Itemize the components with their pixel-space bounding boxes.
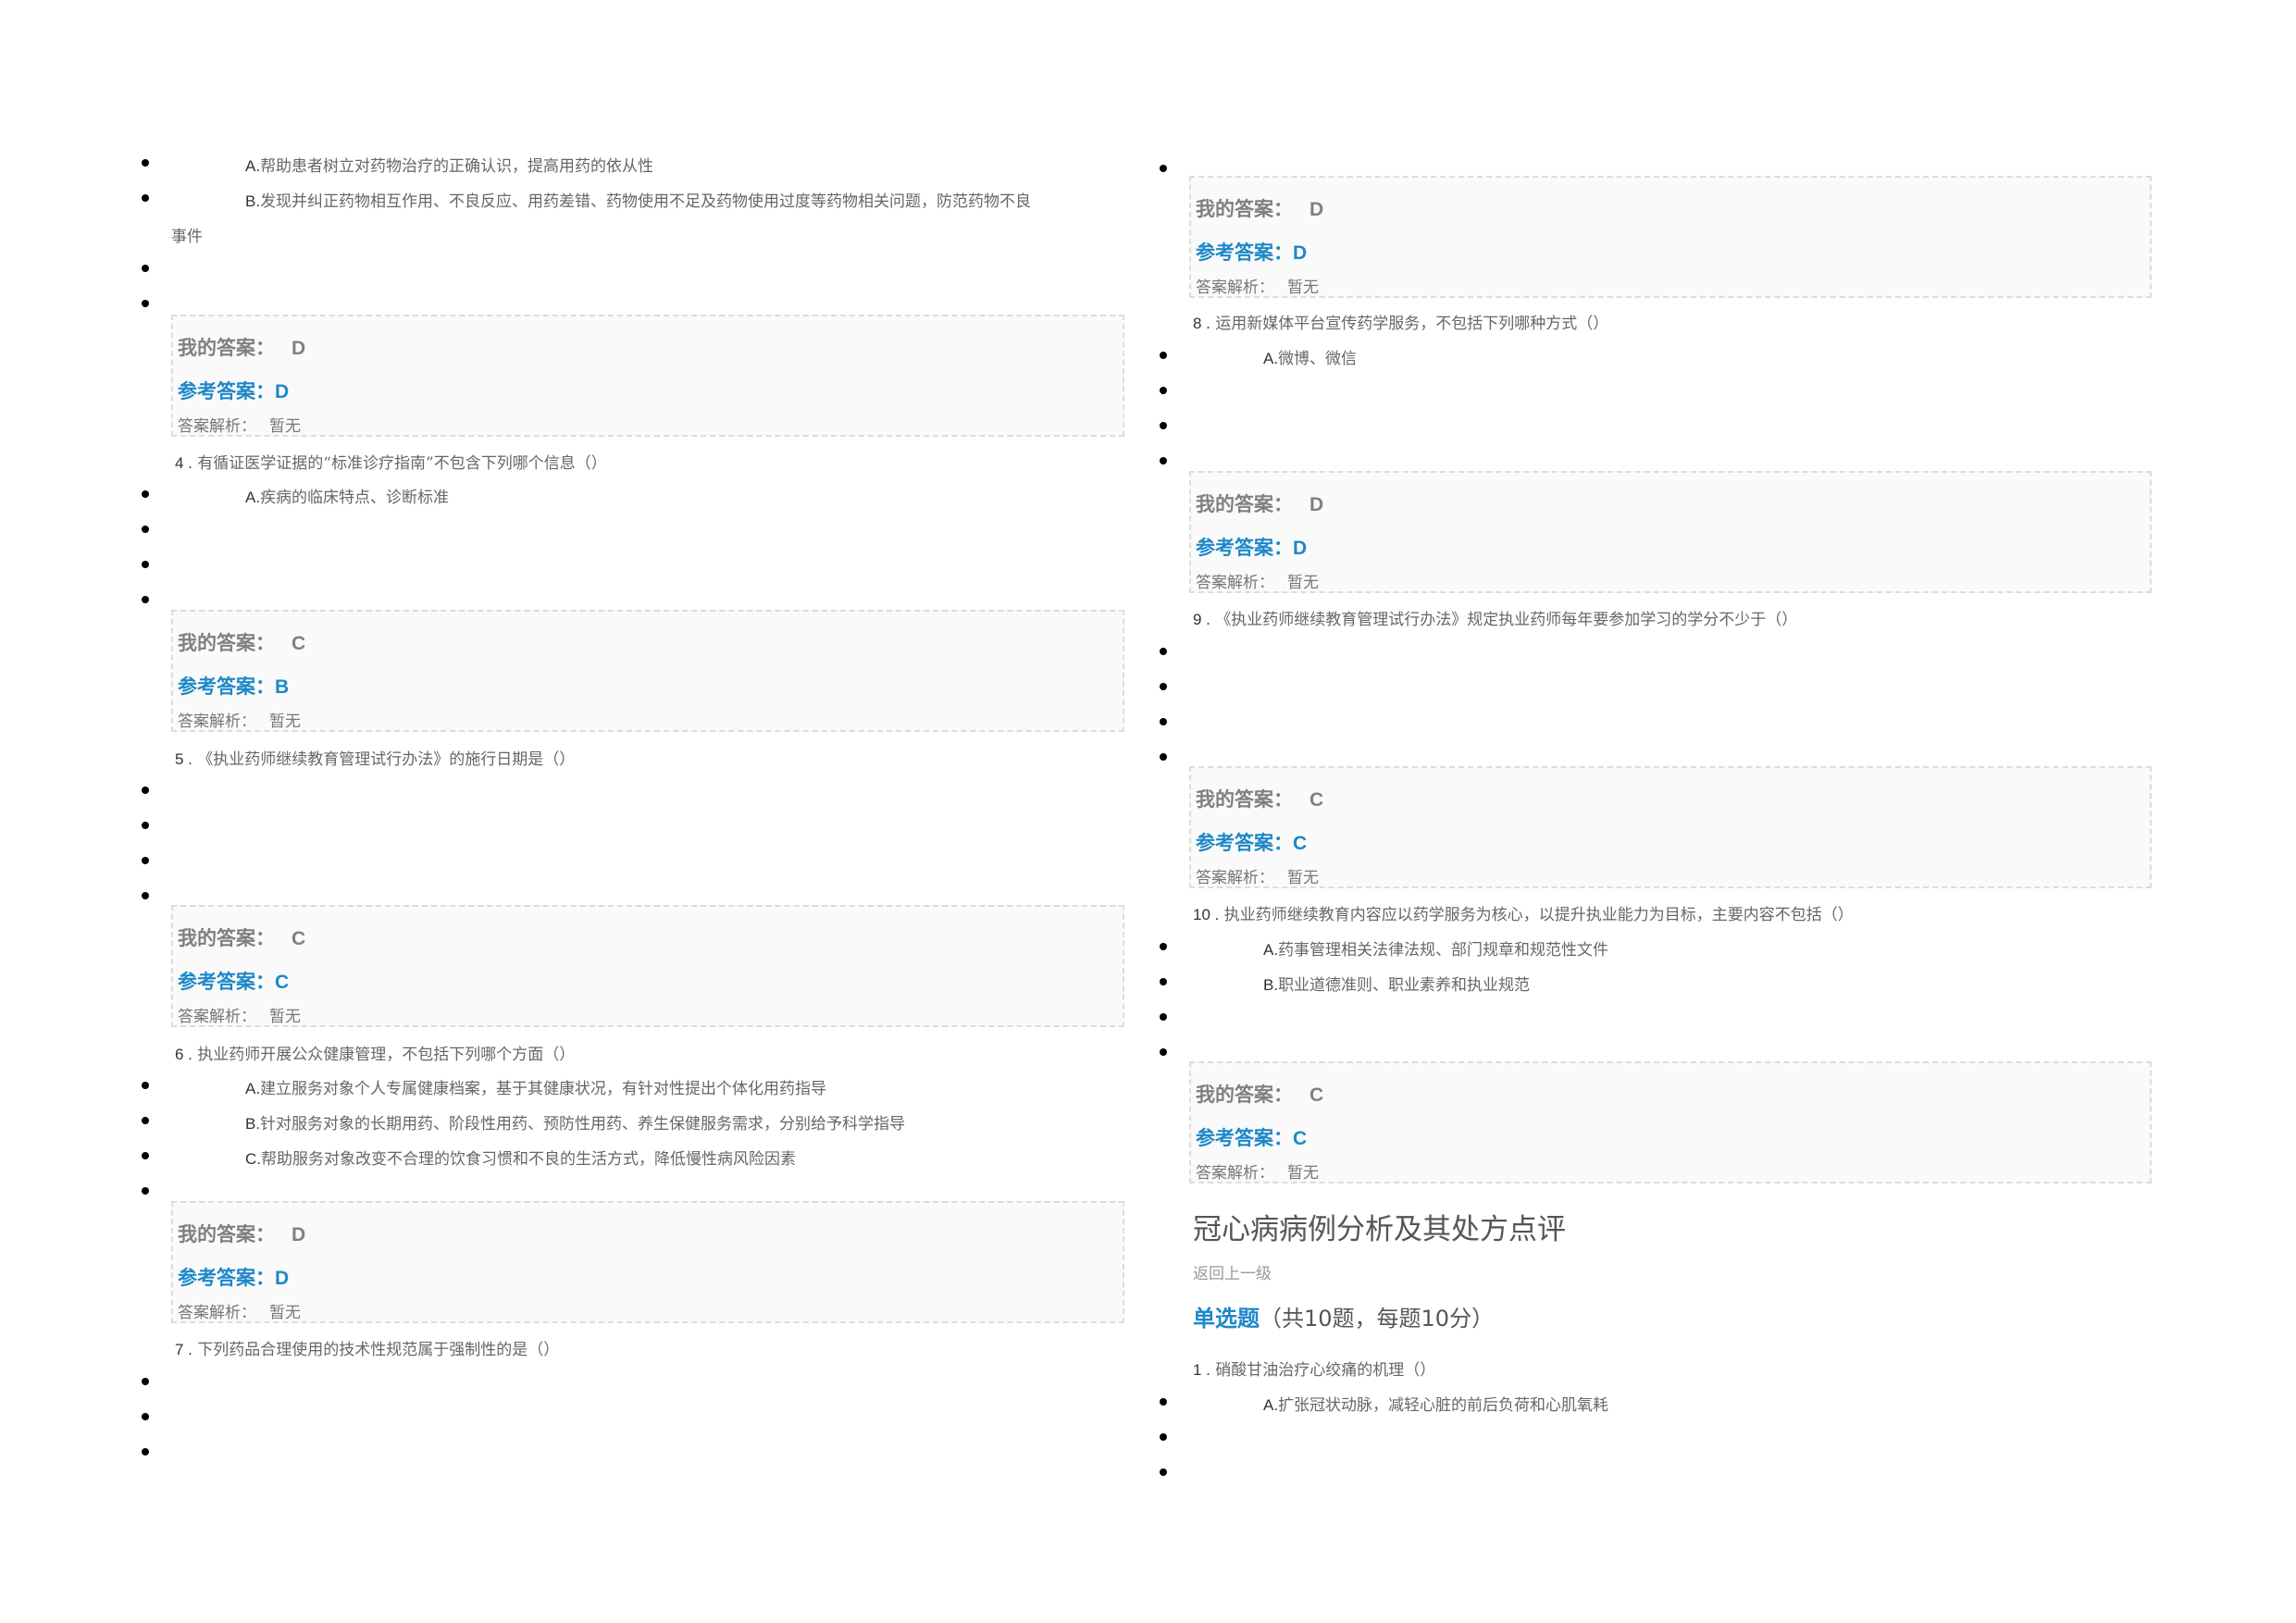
reference-answer: 参考答案：C xyxy=(1196,1128,1308,1149)
option-c[interactable] xyxy=(142,251,1124,286)
option-b[interactable]: B.职业道德准则、职业素养和执业规范 xyxy=(1160,964,2152,999)
my-answer: 我的答案： C xyxy=(178,633,306,654)
answer-analysis: 答案解析： 暂无 xyxy=(178,1008,301,1026)
option-a[interactable] xyxy=(1160,634,2152,669)
reference-answer: 参考答案：D xyxy=(1196,242,1308,264)
answer-box-q10: 我的答案： C 参考答案：C 答案解析： 暂无 xyxy=(1189,1061,2152,1183)
reference-answer: 参考答案：D xyxy=(1196,538,1308,559)
option-c[interactable] xyxy=(1160,999,2152,1035)
option-b[interactable] xyxy=(1160,373,2152,408)
option-b[interactable]: B.发现并纠正药物相互作用、不良反应、用药差错、药物使用不足及药物使用过度等药物… xyxy=(142,180,1124,251)
question-8: 8 . 运用新媒体平台宣传药学服务，不包括下列哪种方式（） xyxy=(1193,315,1609,333)
option-b[interactable] xyxy=(1160,669,2152,704)
question-type-heading: 单选题（共10题，每题10分） xyxy=(1193,1306,1495,1332)
section-title: 冠心病病例分析及其处方点评 xyxy=(1193,1213,1566,1246)
question-10: 10 . 执业药师继续教育内容应以药学服务为核心，以提升执业能力为目标，主要内容… xyxy=(1193,906,1854,924)
question-8-options: A.微博、微信 xyxy=(1160,338,2152,478)
back-link[interactable]: 返回上一级 xyxy=(1193,1260,1272,1283)
answer-box-q9: 我的答案： C 参考答案：C 答案解析： 暂无 xyxy=(1189,766,2152,888)
question-6-options: A.建立服务对象个人专属健康档案，基于其健康状况，有针对性提出个体化用药指导 B… xyxy=(142,1068,1124,1208)
question-9-options xyxy=(1160,634,2152,774)
option-c[interactable] xyxy=(142,547,1124,582)
my-answer: 我的答案： D xyxy=(1196,199,1324,220)
answer-analysis: 答案解析： 暂无 xyxy=(1196,869,1319,887)
my-answer: 我的答案： C xyxy=(178,928,306,949)
option-c[interactable] xyxy=(142,843,1124,878)
reference-answer: 参考答案：C xyxy=(1196,833,1308,854)
answer-box-q7: 我的答案： D 参考答案：D 答案解析： 暂无 xyxy=(1189,176,2152,298)
option-b[interactable] xyxy=(142,1399,1124,1434)
option-b[interactable] xyxy=(142,512,1124,547)
answer-box-q8: 我的答案： D 参考答案：D 答案解析： 暂无 xyxy=(1189,471,2152,593)
answer-box-q5: 我的答案： C 参考答案：C 答案解析： 暂无 xyxy=(171,905,1124,1027)
reference-answer: 参考答案：C xyxy=(178,972,290,993)
option-a[interactable]: A.帮助患者树立对药物治疗的正确认识，提高用药的依从性 xyxy=(142,145,1124,180)
question-3-options: A.帮助患者树立对药物治疗的正确认识，提高用药的依从性 B.发现并纠正药物相互作… xyxy=(142,145,1124,321)
option-a[interactable]: A.扩张冠状动脉，减轻心脏的前后负荷和心肌氧耗 xyxy=(1160,1384,2152,1419)
option-c[interactable] xyxy=(142,1434,1124,1469)
option-a[interactable] xyxy=(142,773,1124,808)
question-10-options: A.药事管理相关法律法规、部门规章和规范性文件 B.职业道德准则、职业素养和执业… xyxy=(1160,929,2152,1070)
my-answer: 我的答案： C xyxy=(1196,1084,1324,1106)
option-c[interactable] xyxy=(1160,408,2152,443)
question-4-options: A.疾病的临床特点、诊断标准 xyxy=(142,477,1124,617)
option-a[interactable]: A.建立服务对象个人专属健康档案，基于其健康状况，有针对性提出个体化用药指导 xyxy=(142,1068,1124,1103)
question-7-options xyxy=(142,1364,1124,1469)
my-answer: 我的答案： D xyxy=(1196,494,1324,515)
option-b[interactable] xyxy=(1160,1419,2152,1455)
option-a[interactable]: A.疾病的临床特点、诊断标准 xyxy=(142,477,1124,512)
answer-analysis: 答案解析： 暂无 xyxy=(1196,574,1319,592)
my-answer: 我的答案： D xyxy=(178,338,306,359)
question-7: 7 . 下列药品合理使用的技术性规范属于强制性的是（） xyxy=(175,1341,560,1359)
reference-answer: 参考答案：B xyxy=(178,676,290,698)
answer-analysis: 答案解析： 暂无 xyxy=(178,712,301,731)
answer-box-q4: 我的答案： C 参考答案：B 答案解析： 暂无 xyxy=(171,610,1124,732)
question-5: 5 . 《执业药师继续教育管理试行办法》的施行日期是（） xyxy=(175,750,576,769)
answer-analysis: 答案解析： 暂无 xyxy=(178,417,301,436)
option-a[interactable]: A.药事管理相关法律法规、部门规章和规范性文件 xyxy=(1160,929,2152,964)
my-answer: 我的答案： D xyxy=(178,1224,306,1245)
option-b[interactable]: B.针对服务对象的长期用药、阶段性用药、预防性用药、养生保健服务需求，分别给予科… xyxy=(142,1103,1124,1138)
reference-answer: 参考答案：D xyxy=(178,381,290,403)
question-6: 6 . 执业药师开展公众健康管理，不包括下列哪个方面（） xyxy=(175,1046,576,1064)
reference-answer: 参考答案：D xyxy=(178,1268,290,1289)
option-c[interactable]: C.帮助服务对象改变不合理的饮食习惯和不良的生活方式，降低慢性病风险因素 xyxy=(142,1138,1124,1173)
answer-box-q3: 我的答案： D 参考答案：D 答案解析： 暂无 xyxy=(171,315,1124,437)
section2-question-1-options: A.扩张冠状动脉，减轻心脏的前后负荷和心肌氧耗 xyxy=(1160,1384,2152,1490)
question-9: 9 . 《执业药师继续教育管理试行办法》规定执业药师每年要参加学习的学分不少于（… xyxy=(1193,611,1798,629)
my-answer: 我的答案： C xyxy=(1196,789,1324,811)
option-c[interactable] xyxy=(1160,1455,2152,1490)
option-b[interactable] xyxy=(142,808,1124,843)
option-c[interactable] xyxy=(1160,704,2152,739)
option-a[interactable]: A.微博、微信 xyxy=(1160,338,2152,373)
question-5-options xyxy=(142,773,1124,913)
section2-question-1: 1 . 硝酸甘油治疗心绞痛的机理（） xyxy=(1193,1361,1436,1380)
question-4: 4 . 有循证医学证据的“标准诊疗指南”不包含下列哪个信息（） xyxy=(175,454,607,473)
answer-box-q6: 我的答案： D 参考答案：D 答案解析： 暂无 xyxy=(171,1201,1124,1323)
answer-analysis: 答案解析： 暂无 xyxy=(178,1304,301,1322)
answer-analysis: 答案解析： 暂无 xyxy=(1196,1164,1319,1183)
option-a[interactable] xyxy=(142,1364,1124,1399)
answer-analysis: 答案解析： 暂无 xyxy=(1196,279,1319,297)
